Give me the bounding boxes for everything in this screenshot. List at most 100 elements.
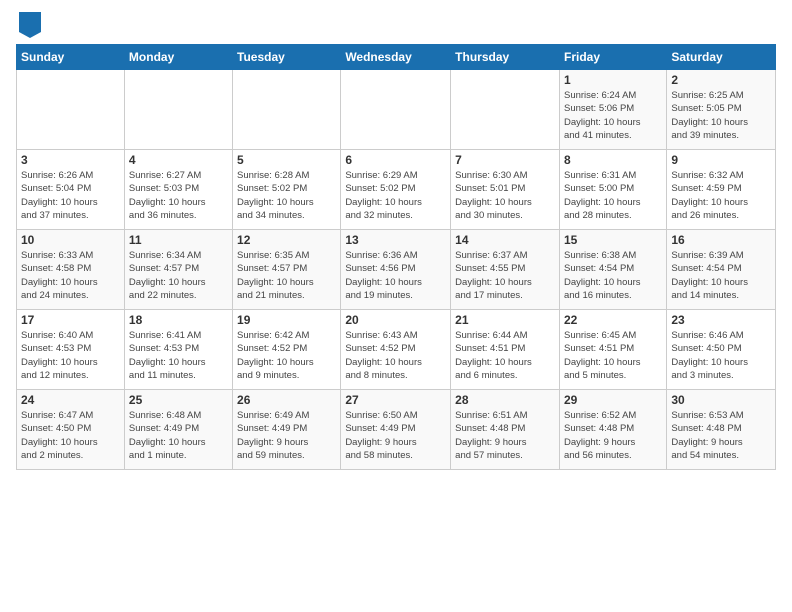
calendar-day-20: 20 Sunrise: 6:43 AM Sunset: 4:52 PM Dayli… [341,310,451,390]
day-info: Sunrise: 6:42 AM Sunset: 4:52 PM Dayligh… [237,329,336,382]
calendar-day-2: 2Sunrise: 6:25 AM Sunset: 5:05 PM Daylig… [667,70,776,150]
day-number: 26 [237,393,336,407]
calendar-day-18: 18 Sunrise: 6:41 AM Sunset: 4:53 PM Dayli… [124,310,232,390]
day-number: 29 [564,393,662,407]
day-number: 28 [455,393,555,407]
day-info: Sunrise: 6:49 AM Sunset: 4:49 PM Dayligh… [237,409,336,462]
day-info: Sunrise: 6:36 AM Sunset: 4:56 PM Dayligh… [345,249,446,302]
calendar-day-13: 13 Sunrise: 6:36 AM Sunset: 4:56 PM Dayli… [341,230,451,310]
weekday-header-tuesday: Tuesday [233,45,341,70]
day-number: 7 [455,153,555,167]
calendar-empty-cell [451,70,560,150]
day-info: Sunrise: 6:40 AM Sunset: 4:53 PM Dayligh… [21,329,120,382]
calendar-day-23: 23 Sunrise: 6:46 AM Sunset: 4:50 PM Dayli… [667,310,776,390]
day-info: Sunrise: 6:25 AM Sunset: 5:05 PM Dayligh… [671,89,771,142]
calendar-empty-cell [233,70,341,150]
day-number: 23 [671,313,771,327]
calendar-week-row: 17 Sunrise: 6:40 AM Sunset: 4:53 PM Dayli… [17,310,776,390]
day-info: Sunrise: 6:31 AM Sunset: 5:00 PM Dayligh… [564,169,662,222]
calendar-day-5: 5Sunrise: 6:28 AM Sunset: 5:02 PM Daylig… [233,150,341,230]
calendar-day-8: 8 Sunrise: 6:31 AM Sunset: 5:00 PM Daylig… [559,150,666,230]
calendar-day-6: 6 Sunrise: 6:29 AM Sunset: 5:02 PM Daylig… [341,150,451,230]
day-info: Sunrise: 6:50 AM Sunset: 4:49 PM Dayligh… [345,409,446,462]
day-info: Sunrise: 6:53 AM Sunset: 4:48 PM Dayligh… [671,409,771,462]
calendar-day-26: 26 Sunrise: 6:49 AM Sunset: 4:49 PM Dayli… [233,390,341,470]
calendar-week-row: 1 Sunrise: 6:24 AM Sunset: 5:06 PM Daylig… [17,70,776,150]
day-number: 8 [564,153,662,167]
day-info: Sunrise: 6:52 AM Sunset: 4:48 PM Dayligh… [564,409,662,462]
day-info: Sunrise: 6:46 AM Sunset: 4:50 PM Dayligh… [671,329,771,382]
calendar-week-row: 10 Sunrise: 6:33 AM Sunset: 4:58 PM Dayli… [17,230,776,310]
day-number: 9 [671,153,771,167]
calendar-week-row: 3Sunrise: 6:26 AM Sunset: 5:04 PM Daylig… [17,150,776,230]
calendar-day-17: 17 Sunrise: 6:40 AM Sunset: 4:53 PM Dayli… [17,310,125,390]
calendar-day-3: 3Sunrise: 6:26 AM Sunset: 5:04 PM Daylig… [17,150,125,230]
day-number: 16 [671,233,771,247]
calendar-day-9: 9 Sunrise: 6:32 AM Sunset: 4:59 PM Daylig… [667,150,776,230]
calendar-day-15: 15 Sunrise: 6:38 AM Sunset: 4:54 PM Dayli… [559,230,666,310]
day-info: Sunrise: 6:38 AM Sunset: 4:54 PM Dayligh… [564,249,662,302]
header [16,12,776,38]
day-info: Sunrise: 6:32 AM Sunset: 4:59 PM Dayligh… [671,169,771,222]
day-info: Sunrise: 6:37 AM Sunset: 4:55 PM Dayligh… [455,249,555,302]
day-info: Sunrise: 6:24 AM Sunset: 5:06 PM Dayligh… [564,89,662,142]
logo-icon [19,12,41,38]
day-info: Sunrise: 6:44 AM Sunset: 4:51 PM Dayligh… [455,329,555,382]
calendar-day-19: 19 Sunrise: 6:42 AM Sunset: 4:52 PM Dayli… [233,310,341,390]
day-info: Sunrise: 6:43 AM Sunset: 4:52 PM Dayligh… [345,329,446,382]
day-number: 1 [564,73,662,87]
calendar-empty-cell [124,70,232,150]
day-number: 18 [129,313,228,327]
day-number: 20 [345,313,446,327]
logo [16,12,41,38]
day-number: 14 [455,233,555,247]
calendar-day-30: 30 Sunrise: 6:53 AM Sunset: 4:48 PM Dayli… [667,390,776,470]
calendar-day-21: 21 Sunrise: 6:44 AM Sunset: 4:51 PM Dayli… [451,310,560,390]
day-info: Sunrise: 6:39 AM Sunset: 4:54 PM Dayligh… [671,249,771,302]
day-number: 19 [237,313,336,327]
day-number: 25 [129,393,228,407]
calendar-empty-cell [17,70,125,150]
calendar-empty-cell [341,70,451,150]
day-info: Sunrise: 6:41 AM Sunset: 4:53 PM Dayligh… [129,329,228,382]
day-number: 22 [564,313,662,327]
calendar-day-4: 4 Sunrise: 6:27 AM Sunset: 5:03 PM Daylig… [124,150,232,230]
day-number: 17 [21,313,120,327]
day-info: Sunrise: 6:35 AM Sunset: 4:57 PM Dayligh… [237,249,336,302]
weekday-header-saturday: Saturday [667,45,776,70]
day-info: Sunrise: 6:33 AM Sunset: 4:58 PM Dayligh… [21,249,120,302]
calendar-day-16: 16 Sunrise: 6:39 AM Sunset: 4:54 PM Dayli… [667,230,776,310]
day-info: Sunrise: 6:29 AM Sunset: 5:02 PM Dayligh… [345,169,446,222]
day-number: 11 [129,233,228,247]
weekday-header-wednesday: Wednesday [341,45,451,70]
day-number: 15 [564,233,662,247]
day-number: 5 [237,153,336,167]
day-info: Sunrise: 6:51 AM Sunset: 4:48 PM Dayligh… [455,409,555,462]
day-info: Sunrise: 6:48 AM Sunset: 4:49 PM Dayligh… [129,409,228,462]
day-number: 21 [455,313,555,327]
calendar-table: SundayMondayTuesdayWednesdayThursdayFrid… [16,44,776,470]
day-number: 10 [21,233,120,247]
page-container: SundayMondayTuesdayWednesdayThursdayFrid… [0,0,792,482]
calendar-day-28: 28 Sunrise: 6:51 AM Sunset: 4:48 PM Dayli… [451,390,560,470]
calendar-day-25: 25 Sunrise: 6:48 AM Sunset: 4:49 PM Dayli… [124,390,232,470]
calendar-day-7: 7 Sunrise: 6:30 AM Sunset: 5:01 PM Daylig… [451,150,560,230]
calendar-week-row: 24 Sunrise: 6:47 AM Sunset: 4:50 PM Dayli… [17,390,776,470]
day-info: Sunrise: 6:34 AM Sunset: 4:57 PM Dayligh… [129,249,228,302]
day-number: 24 [21,393,120,407]
weekday-header-monday: Monday [124,45,232,70]
calendar-day-11: 11 Sunrise: 6:34 AM Sunset: 4:57 PM Dayli… [124,230,232,310]
day-number: 4 [129,153,228,167]
day-info: Sunrise: 6:30 AM Sunset: 5:01 PM Dayligh… [455,169,555,222]
day-info: Sunrise: 6:45 AM Sunset: 4:51 PM Dayligh… [564,329,662,382]
day-info: Sunrise: 6:27 AM Sunset: 5:03 PM Dayligh… [129,169,228,222]
calendar-header-row: SundayMondayTuesdayWednesdayThursdayFrid… [17,45,776,70]
day-number: 27 [345,393,446,407]
calendar-day-24: 24 Sunrise: 6:47 AM Sunset: 4:50 PM Dayli… [17,390,125,470]
day-info: Sunrise: 6:47 AM Sunset: 4:50 PM Dayligh… [21,409,120,462]
day-number: 6 [345,153,446,167]
day-number: 30 [671,393,771,407]
weekday-header-sunday: Sunday [17,45,125,70]
calendar-day-27: 27 Sunrise: 6:50 AM Sunset: 4:49 PM Dayli… [341,390,451,470]
day-number: 13 [345,233,446,247]
